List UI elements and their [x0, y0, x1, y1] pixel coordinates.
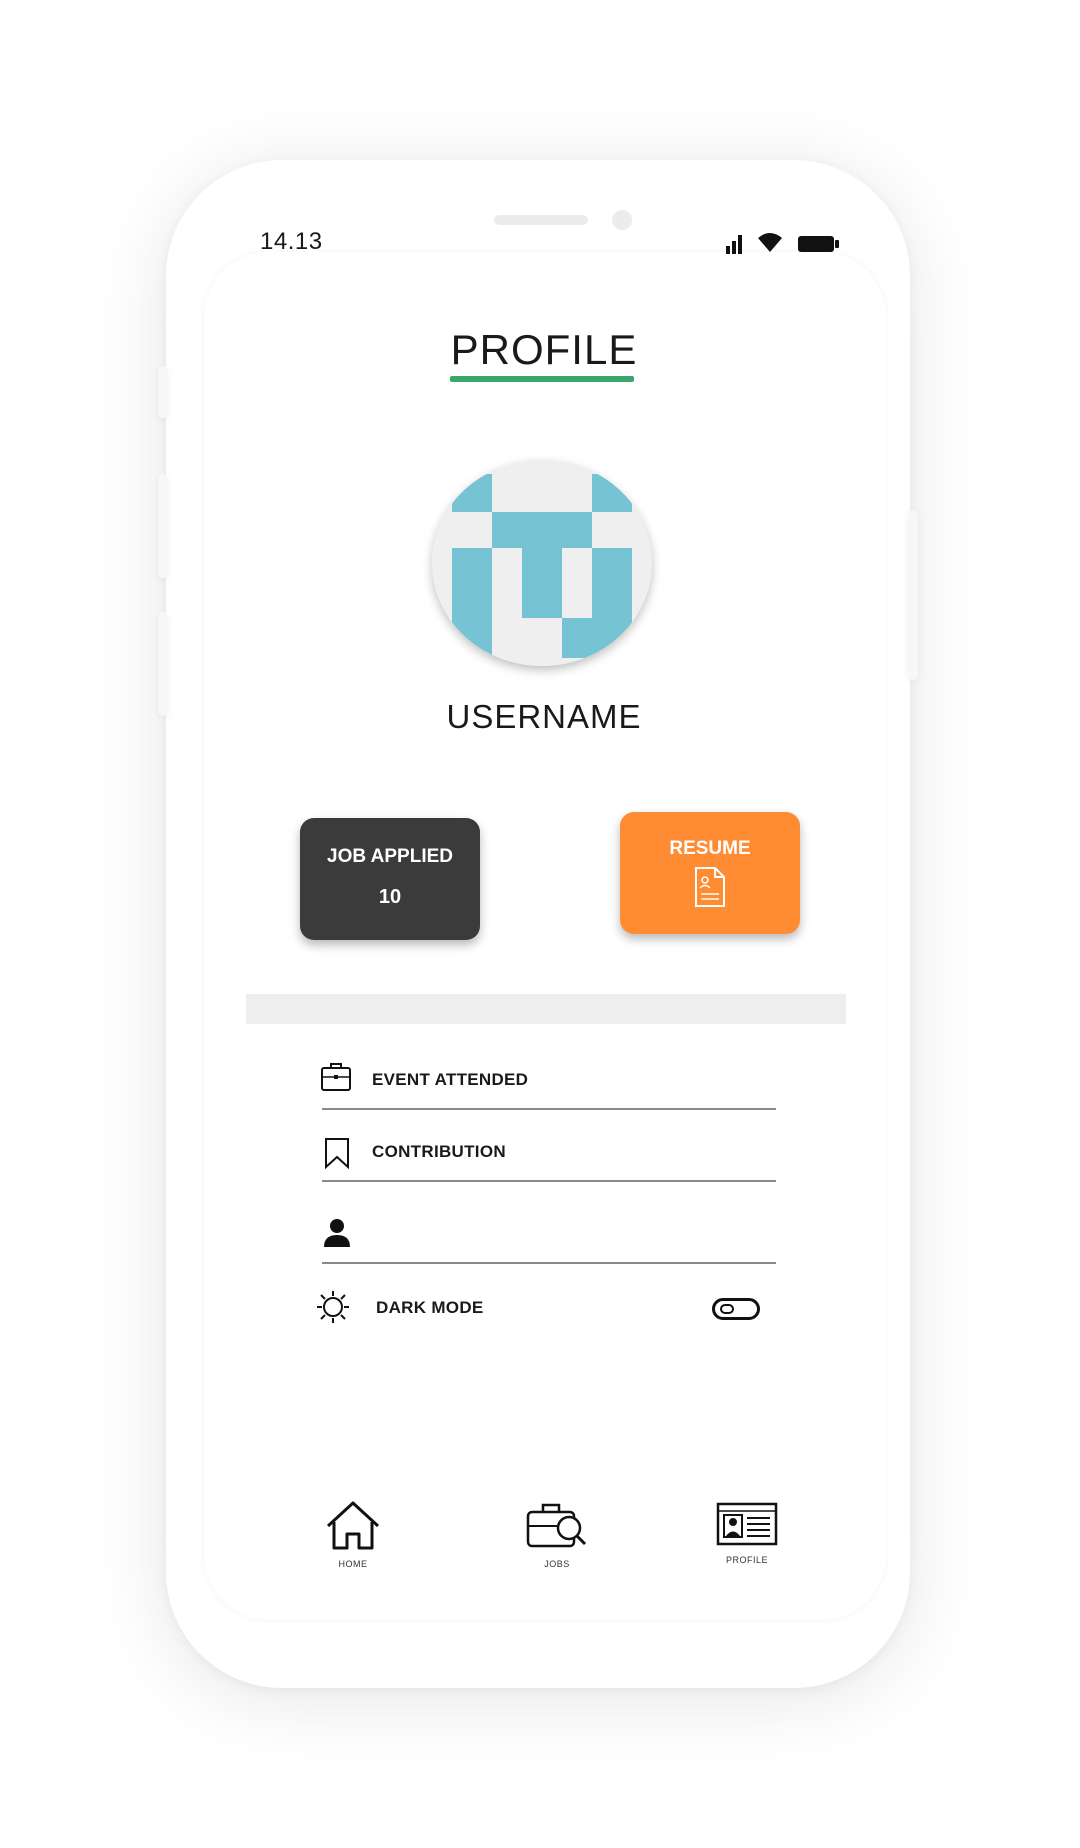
menu-item-account[interactable]: [316, 1204, 776, 1264]
job-applied-label: JOB APPLIED: [327, 846, 453, 867]
menu-item-dark-mode[interactable]: DARK MODE: [316, 1286, 776, 1332]
battery-icon: [798, 236, 839, 252]
nav-profile[interactable]: PROFILE: [692, 1500, 802, 1590]
page-title: PROFILE: [450, 326, 638, 373]
menu-separator: [322, 1262, 776, 1264]
title-underline: [450, 376, 634, 382]
volume-up-button: [158, 474, 168, 578]
avatar-pattern-icon: [432, 460, 652, 666]
nav-home-label: HOME: [338, 1559, 368, 1569]
briefcase-icon: [321, 1063, 351, 1091]
volume-down-button: [158, 612, 168, 716]
wifi-icon: [758, 233, 782, 252]
nav-profile-label: PROFILE: [725, 1555, 768, 1565]
username: USERNAME: [446, 698, 642, 735]
menu-item-label: EVENT ATTENDED: [372, 1070, 529, 1089]
speaker-grille: [494, 215, 588, 225]
front-camera: [612, 210, 632, 230]
user-icon: [324, 1219, 350, 1247]
id-card-icon: [716, 1502, 778, 1546]
section-divider: [246, 994, 846, 1024]
menu-item-label: DARK MODE: [376, 1298, 484, 1317]
job-search-icon: [526, 1503, 587, 1548]
mute-switch: [158, 366, 168, 418]
nav-jobs[interactable]: JOBS: [502, 1500, 612, 1590]
menu-separator: [322, 1108, 776, 1110]
menu-item-event-attended[interactable]: EVENT ATTENDED: [316, 1050, 776, 1110]
dark-mode-toggle[interactable]: [712, 1298, 760, 1320]
home-icon: [326, 1501, 380, 1550]
toggle-knob: [720, 1304, 734, 1314]
nav-jobs-label: JOBS: [544, 1559, 570, 1569]
status-icons: [726, 233, 839, 254]
sun-icon: [317, 1291, 349, 1323]
bookmark-icon: [325, 1138, 349, 1170]
job-applied-count: 10: [378, 886, 402, 908]
resume-button[interactable]: RESUME: [620, 812, 800, 934]
nav-home[interactable]: HOME: [298, 1500, 408, 1590]
avatar[interactable]: [432, 460, 652, 666]
status-time: 14.13: [260, 228, 323, 255]
job-applied-card[interactable]: JOB APPLIED 10: [300, 818, 480, 940]
document-icon: [695, 867, 725, 907]
menu-separator: [322, 1180, 776, 1182]
power-button: [908, 510, 918, 680]
menu-item-contribution[interactable]: CONTRIBUTION: [316, 1122, 776, 1182]
resume-label: RESUME: [669, 838, 751, 859]
menu-item-label: CONTRIBUTION: [372, 1142, 506, 1161]
signal-icon: [726, 235, 742, 254]
